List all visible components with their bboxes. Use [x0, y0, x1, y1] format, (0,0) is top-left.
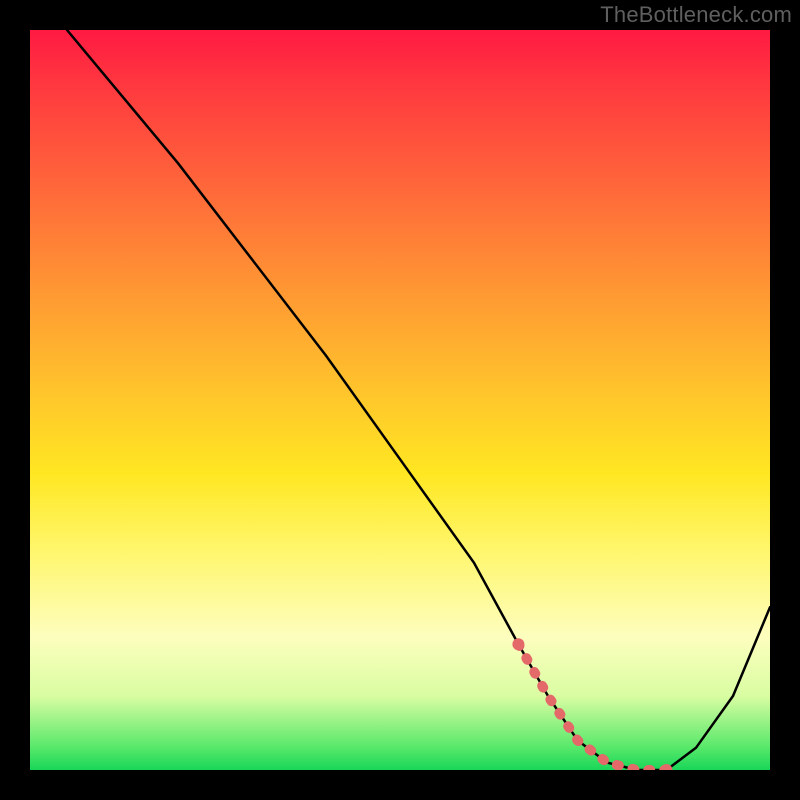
watermark-text: TheBottleneck.com	[600, 2, 792, 28]
flat-endpoint-dot	[660, 764, 672, 770]
chart-frame: TheBottleneck.com	[0, 0, 800, 800]
main-curve-line	[67, 30, 770, 770]
chart-svg	[30, 30, 770, 770]
flat-endpoint-dot	[512, 638, 524, 650]
plot-area	[30, 30, 770, 770]
flat-region-highlight	[518, 644, 666, 770]
